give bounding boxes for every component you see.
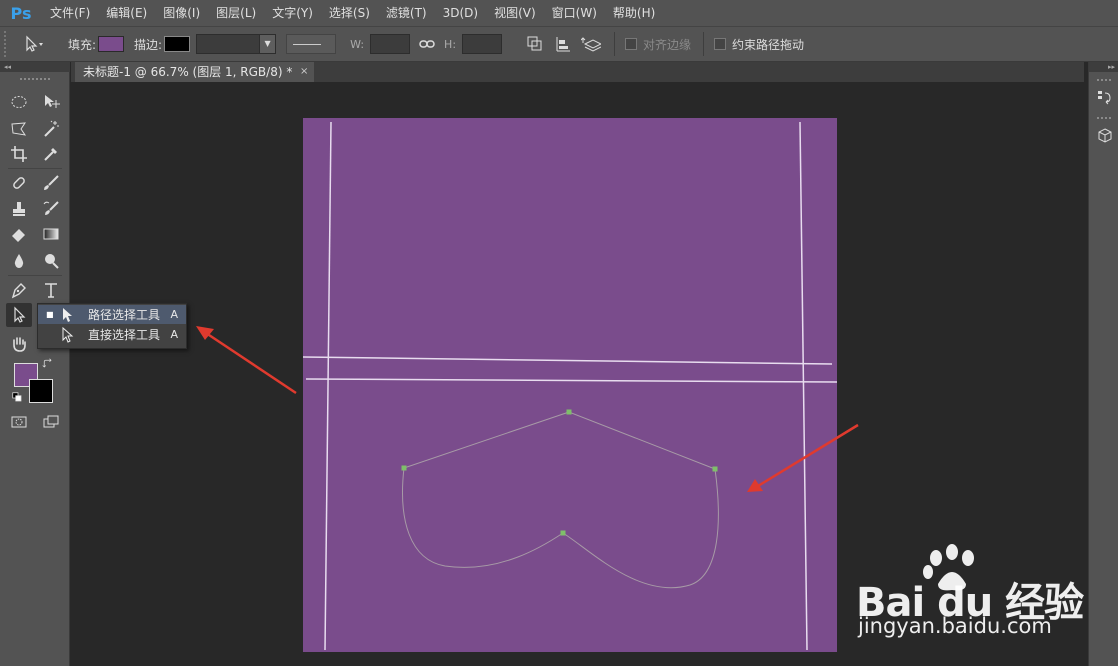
gradient-tool-icon[interactable] — [38, 222, 64, 246]
baidu-jingyan-watermark: Bai du 经验 jingyan.baidu.com — [856, 540, 1084, 650]
tool-separator — [8, 168, 62, 169]
path-alignment-icon[interactable] — [552, 33, 574, 55]
menu-type[interactable]: 文字(Y) — [264, 0, 321, 26]
pen-tool-icon[interactable] — [6, 278, 32, 302]
flyout-item-label: 路径选择工具 — [88, 308, 161, 322]
polygonal-lasso-icon[interactable] — [6, 117, 32, 141]
watermark-url: jingyan.baidu.com — [858, 614, 1052, 638]
default-colors-icon[interactable] — [10, 390, 26, 406]
document-tab-bar: 未标题-1 @ 66.7% (图层 1, RGB/8) * × — [71, 62, 1084, 82]
separator — [703, 32, 705, 56]
history-panel-icon[interactable] — [1094, 86, 1116, 108]
stroke-swatch[interactable] — [164, 36, 191, 52]
crop-tool-icon[interactable] — [6, 142, 32, 166]
menu-window[interactable]: 窗口(W) — [544, 0, 605, 26]
document-tab-title: 未标题-1 @ 66.7% (图层 1, RGB/8) * — [83, 65, 293, 79]
brush-tool-icon[interactable] — [38, 171, 64, 195]
clone-stamp-icon[interactable] — [6, 197, 32, 221]
background-color-swatch[interactable] — [29, 379, 53, 403]
path-selection-tool-icon[interactable] — [6, 303, 32, 327]
move-tool-icon[interactable] — [38, 90, 64, 114]
fill-swatch[interactable] — [98, 36, 125, 52]
elliptical-marquee-icon[interactable] — [6, 90, 32, 114]
close-icon[interactable]: × — [300, 62, 308, 82]
path-operations-icon[interactable] — [524, 33, 546, 55]
flyout-item-label: 直接选择工具 — [88, 328, 161, 342]
photoshop-logo: Ps — [10, 3, 32, 23]
screen-mode-icon[interactable] — [38, 410, 64, 434]
menu-layer[interactable]: 图层(L) — [208, 0, 264, 26]
history-brush-icon[interactable] — [38, 197, 64, 221]
eyedropper-icon[interactable] — [38, 142, 64, 166]
toolbar-collapse-strip[interactable]: ◂◂ — [0, 62, 70, 72]
link-icon[interactable] — [416, 33, 438, 55]
stroke-width-dropdown[interactable]: ▼ — [196, 34, 277, 54]
panel-grip[interactable] — [1097, 79, 1111, 82]
options-bar-grip[interactable] — [4, 31, 12, 57]
tools-panel-grip[interactable] — [20, 78, 50, 82]
spot-healing-icon[interactable] — [6, 171, 32, 195]
flyout-item-path-selection[interactable]: ■ 路径选择工具 A — [38, 305, 186, 324]
menu-filter[interactable]: 滤镜(T) — [378, 0, 435, 26]
align-edges-label: 对齐边缘 — [643, 37, 692, 52]
menu-file[interactable]: 文件(F) — [42, 0, 98, 26]
flyout-item-shortcut: A — [170, 308, 178, 321]
hand-tool-icon[interactable] — [6, 332, 32, 356]
flyout-item-shortcut: A — [170, 328, 178, 341]
tools-panel — [0, 72, 70, 666]
tool-separator — [8, 275, 62, 276]
quick-mask-icon[interactable] — [6, 410, 32, 434]
path-selection-icon — [60, 307, 76, 323]
separator — [614, 32, 616, 56]
3d-panel-icon[interactable] — [1094, 125, 1116, 147]
align-edges-checkbox[interactable] — [625, 38, 638, 50]
menu-help[interactable]: 帮助(H) — [605, 0, 663, 26]
direct-selection-icon — [60, 326, 76, 343]
menu-view[interactable]: 视图(V) — [486, 0, 544, 26]
stroke-type-dropdown[interactable] — [286, 34, 337, 54]
dodge-tool-icon[interactable] — [38, 249, 64, 273]
chevron-down-icon: ▼ — [259, 35, 276, 53]
constrain-path-label: 约束路径拖动 — [732, 37, 805, 52]
right-panel-dock: ▸▸ — [1088, 62, 1118, 666]
selected-bullet: ■ — [46, 310, 54, 319]
stroke-label: 描边: — [134, 37, 163, 52]
constrain-path-checkbox[interactable] — [714, 38, 727, 50]
path-arrangement-icon[interactable] — [580, 33, 602, 55]
menu-bar: Ps 文件(F) 编辑(E) 图像(I) 图层(L) 文字(Y) 选择(S) 滤… — [0, 0, 1118, 26]
document-canvas[interactable] — [303, 118, 837, 652]
document-tab[interactable]: 未标题-1 @ 66.7% (图层 1, RGB/8) * × — [75, 62, 315, 82]
height-label: H: — [444, 37, 457, 51]
menu-edit[interactable]: 编辑(E) — [98, 0, 155, 26]
panel-grip[interactable] — [1097, 117, 1111, 120]
swap-colors-icon[interactable] — [40, 356, 56, 372]
menu-3d[interactable]: 3D(D) — [435, 0, 486, 26]
height-field[interactable] — [462, 34, 503, 54]
flyout-item-direct-selection[interactable]: 直接选择工具 A — [38, 325, 186, 344]
options-bar: 填充: 描边: ▼ W: H: 对齐边缘 约束路径拖动 — [0, 26, 1118, 62]
eraser-icon[interactable] — [6, 222, 32, 246]
blur-tool-icon[interactable] — [6, 249, 32, 273]
type-tool-icon[interactable] — [38, 278, 64, 302]
width-label: W: — [350, 37, 365, 51]
magic-wand-icon[interactable] — [38, 117, 64, 141]
width-field[interactable] — [370, 34, 411, 54]
fill-label: 填充: — [68, 37, 97, 52]
tool-flyout-menu: ■ 路径选择工具 A 直接选择工具 A — [37, 303, 187, 349]
path-selection-icon — [26, 35, 43, 52]
menu-image[interactable]: 图像(I) — [155, 0, 208, 26]
tool-preset-picker[interactable] — [22, 35, 58, 53]
right-panel-collapse-strip[interactable]: ▸▸ — [1089, 62, 1118, 72]
menu-select[interactable]: 选择(S) — [321, 0, 378, 26]
